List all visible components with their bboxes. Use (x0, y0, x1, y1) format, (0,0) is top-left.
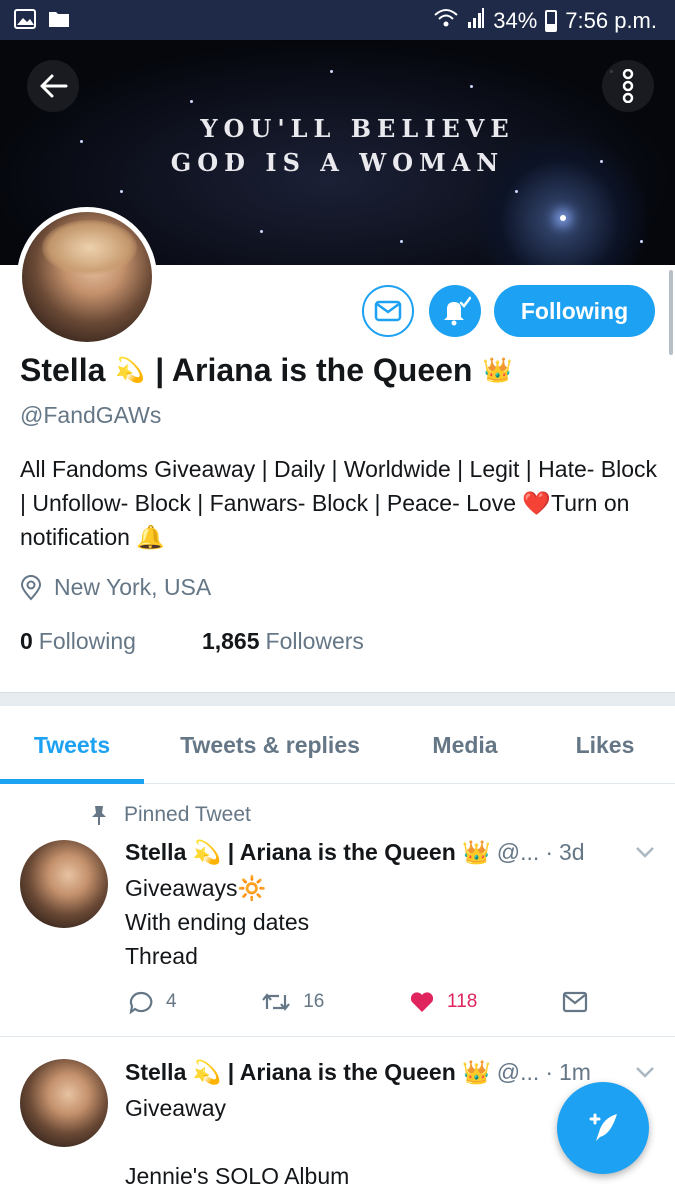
envelope-icon (562, 991, 588, 1013)
profile-avatar[interactable] (17, 207, 157, 347)
profile-name: Stella 💫 | Ariana is the Queen 👑 (20, 352, 512, 389)
reply-count: 4 (166, 991, 177, 1012)
wifi-icon (433, 7, 459, 35)
following-label: Following (38, 628, 136, 654)
tweet-item[interactable]: Pinned Tweet Stella 💫 | Ariana is the Qu… (0, 785, 675, 1037)
profile-name-text: Stella (20, 352, 106, 388)
tweet-author-handle: @... (496, 1059, 540, 1085)
tweet-author-handle: @... (496, 839, 540, 865)
profile-name-suffix: | Ariana is the Queen (155, 352, 473, 388)
notifications-button[interactable] (429, 285, 481, 337)
envelope-icon (374, 300, 402, 322)
tweet-text: Giveaways🔆 With ending dates Thread (125, 875, 310, 969)
pinned-label: Pinned Tweet (124, 803, 251, 826)
chevron-down-icon[interactable] (635, 1065, 655, 1079)
following-button[interactable]: Following (494, 285, 655, 337)
location-pin-icon (20, 574, 42, 600)
battery-percent: 34% (493, 8, 538, 33)
following-stat[interactable]: 0 Following (20, 628, 136, 655)
pin-icon (92, 806, 106, 825)
active-tab-indicator (0, 779, 144, 784)
direct-message-button[interactable] (562, 991, 588, 1013)
like-count: 118 (447, 991, 478, 1012)
location-text: New York, USA (54, 574, 212, 600)
chevron-down-icon[interactable] (635, 845, 655, 859)
profile-tabs: Tweets Tweets & replies Media Likes (0, 706, 675, 784)
tweet-avatar[interactable] (20, 1059, 108, 1147)
signal-icon (467, 7, 485, 35)
banner-line-1: YOU'LL BELIEVE (200, 114, 515, 143)
followers-label: Followers (265, 628, 364, 654)
tweet-header: Stella 💫 | Ariana is the Queen 👑 @... · … (125, 1059, 591, 1085)
tweet-time: 3d (559, 839, 585, 865)
tab-tweets-replies[interactable]: Tweets & replies (150, 706, 390, 784)
tweet-time: 1m (559, 1059, 591, 1085)
gallery-icon (14, 9, 36, 34)
profile-location: New York, USA (20, 574, 211, 601)
folder-icon (48, 9, 70, 34)
reply-icon (129, 991, 153, 1014)
tweet-text: Giveaway Jennie's SOLO Album (125, 1095, 350, 1189)
followers-count: 1,865 (201, 628, 260, 654)
retweet-icon (262, 993, 291, 1011)
profile-handle: @FandGAWs (20, 402, 162, 428)
pinned-indicator: Pinned Tweet (90, 803, 251, 827)
banner-line-2: GOD IS A WOMAN (170, 148, 505, 177)
retweet-button[interactable]: 16 (261, 991, 324, 1013)
more-options-button[interactable] (602, 60, 654, 112)
clock: 7:56 p.m. (565, 8, 657, 33)
heart-icon (410, 992, 434, 1012)
tweet-avatar[interactable] (20, 840, 108, 928)
profile-name-emoji-1: 💫 (115, 357, 146, 384)
message-button[interactable] (362, 285, 414, 337)
tab-tweets[interactable]: Tweets (0, 706, 144, 784)
bell-check-icon (444, 296, 471, 326)
arrow-left-icon (40, 74, 68, 98)
back-button[interactable] (27, 60, 79, 112)
section-divider (0, 692, 675, 706)
profile-stats: 0 Following 1,865 Followers (20, 628, 364, 655)
compose-feather-icon (589, 1113, 617, 1141)
profile-bio: All Fandoms Giveaway | Daily | Worldwide… (20, 456, 658, 550)
banner-text: YOU'LL BELIEVE GOD IS A WOMAN (0, 112, 675, 180)
scrollbar[interactable] (669, 270, 673, 355)
more-vertical-icon (622, 69, 634, 103)
reply-button[interactable]: 4 (128, 990, 177, 1014)
followers-stat[interactable]: 1,865 Followers (202, 628, 364, 655)
tweet-author-name: Stella 💫 | Ariana is the Queen 👑 (125, 839, 491, 865)
status-bar: 34% 7:56 p.m. (0, 0, 675, 40)
crown-emoji: 👑 (482, 357, 513, 384)
tweet-author-name: Stella 💫 | Ariana is the Queen 👑 (125, 1059, 491, 1085)
tab-media[interactable]: Media (400, 706, 530, 784)
following-count: 0 (20, 628, 33, 654)
retweet-count: 16 (303, 991, 325, 1012)
tweet-actions: 4 16 118 (128, 990, 588, 1014)
like-button[interactable]: 118 (409, 990, 477, 1014)
tab-likes[interactable]: Likes (540, 706, 670, 784)
compose-tweet-button[interactable] (557, 1082, 649, 1174)
battery-icon (545, 10, 558, 32)
tweet-header: Stella 💫 | Ariana is the Queen 👑 @... · … (125, 839, 585, 865)
